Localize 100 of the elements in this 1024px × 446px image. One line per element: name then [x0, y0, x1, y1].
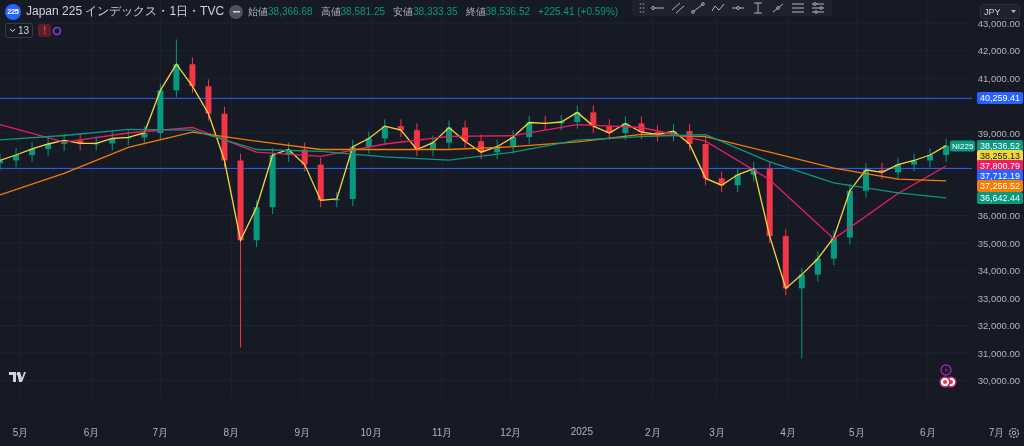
candlestick	[61, 133, 68, 152]
candlestick	[301, 142, 308, 172]
indicators-toggle[interactable]: 13	[5, 23, 34, 38]
candlestick	[638, 116, 645, 140]
time-axis-label: 5月	[849, 426, 865, 440]
ohlc-label: 安値	[393, 4, 414, 19]
candlestick	[670, 123, 677, 142]
candlestick	[462, 120, 469, 149]
minus-icon	[232, 10, 240, 13]
currency-dropdown[interactable]: JPY	[980, 4, 1020, 19]
parallel-lines-icon[interactable]	[671, 2, 685, 14]
candlestick	[77, 133, 84, 151]
candlestick	[911, 153, 918, 172]
price-axis-label: 35,000.00	[977, 237, 1020, 249]
candlestick	[734, 167, 741, 193]
zigzag-icon[interactable]	[711, 2, 725, 14]
candlestick	[574, 105, 581, 130]
collapse-button[interactable]	[229, 4, 244, 19]
candlestick	[413, 122, 420, 157]
candlestick	[830, 230, 837, 267]
symbol-tag: NI225	[950, 140, 976, 152]
price-axis-label: 30,000.00	[977, 375, 1020, 386]
time-axis-label: 6月	[920, 426, 936, 440]
drag-handle-icon[interactable]	[639, 2, 645, 14]
candlestick	[397, 118, 404, 138]
candlestick	[895, 157, 901, 180]
logo-icon[interactable]	[9, 372, 26, 382]
candlestick	[654, 124, 661, 142]
candlestick	[205, 78, 212, 122]
candlestick	[542, 115, 549, 131]
price-axis-label: 43,000.00	[977, 17, 1020, 29]
candlestick	[221, 106, 228, 168]
candlestick	[173, 39, 180, 98]
price-axis-label: 33,000.00	[977, 292, 1020, 304]
vertical-range-icon[interactable]	[751, 2, 765, 14]
price-label: 40,259.41	[976, 92, 1023, 105]
candlestick	[269, 147, 276, 215]
candlestick	[109, 131, 116, 151]
ring-icon[interactable]	[52, 25, 63, 36]
time-axis-label: 12月	[500, 426, 522, 440]
candlestick	[494, 139, 501, 160]
price-axis-label: 41,000.00	[977, 72, 1020, 84]
ohlc-value: 38,333.35	[413, 6, 458, 17]
time-axis-label: 8月	[223, 426, 240, 440]
settings-icon[interactable]	[1008, 427, 1020, 439]
candlestick	[333, 191, 340, 208]
trend-line-icon[interactable]	[771, 2, 785, 14]
candlestick	[0, 153, 3, 171]
time-axis-label: 9月	[294, 426, 311, 440]
event-markers-icon[interactable]	[938, 376, 958, 388]
sliders-icon[interactable]	[811, 2, 825, 14]
candlestick	[478, 133, 485, 160]
price-axis-label: 42,000.00	[977, 45, 1020, 56]
price-axis-label: 34,000.00	[977, 265, 1020, 276]
stacked-lines-icon[interactable]	[791, 2, 805, 14]
time-axis-label: 2月	[645, 426, 661, 440]
candlestick	[622, 116, 629, 141]
candlestick	[429, 135, 436, 157]
ohlc-label: 始値	[248, 4, 269, 19]
candlestick	[718, 171, 725, 193]
candlestick	[365, 131, 372, 155]
candlestick	[285, 142, 292, 163]
candlestick	[29, 141, 36, 163]
time-axis-label: 6月	[83, 426, 100, 440]
candlestick	[862, 162, 869, 199]
candlestick	[750, 161, 757, 183]
candlestick	[381, 118, 388, 146]
chevron-down-icon	[9, 28, 16, 33]
candlestick	[606, 118, 613, 141]
ohlc-label: 高値	[320, 4, 341, 19]
candlestick	[446, 120, 452, 150]
time-axis-label: 7月	[152, 426, 169, 440]
ohlc-label: 終値	[465, 4, 486, 19]
time-axis-label: 10月	[360, 426, 382, 440]
time-axis-label: 3月	[709, 426, 725, 440]
candlestick	[927, 147, 934, 168]
price-axis-label: 36,000.00	[977, 210, 1020, 221]
candlestick	[878, 162, 885, 180]
candlestick	[943, 138, 950, 163]
candlestick	[782, 228, 789, 296]
candlestick	[253, 199, 260, 248]
trend-line-icon[interactable]	[691, 2, 705, 14]
candlestick	[526, 115, 533, 145]
candlestick	[702, 136, 709, 186]
candlestick	[157, 83, 164, 141]
candlestick	[510, 129, 517, 155]
ohlc-value: 38,366.68	[268, 6, 313, 17]
candlestick	[189, 56, 196, 94]
candlestick	[814, 251, 821, 282]
time-axis-label: 4月	[780, 426, 796, 440]
time-axis-label: 5月	[12, 426, 29, 440]
candlestick	[686, 123, 693, 152]
ohlc-value: 38,536.52	[485, 6, 531, 17]
price-label: 38,536.52	[976, 139, 1023, 152]
candlestick	[558, 114, 565, 131]
symbol-title: Japan 225 インデックス・1日・TVC	[26, 3, 225, 20]
price-axis-label: 31,000.00	[977, 347, 1020, 359]
caret-icon	[1011, 10, 1016, 13]
price-axis-label: 39,000.00	[977, 127, 1020, 139]
time-axis-label: 7月	[988, 426, 1005, 440]
